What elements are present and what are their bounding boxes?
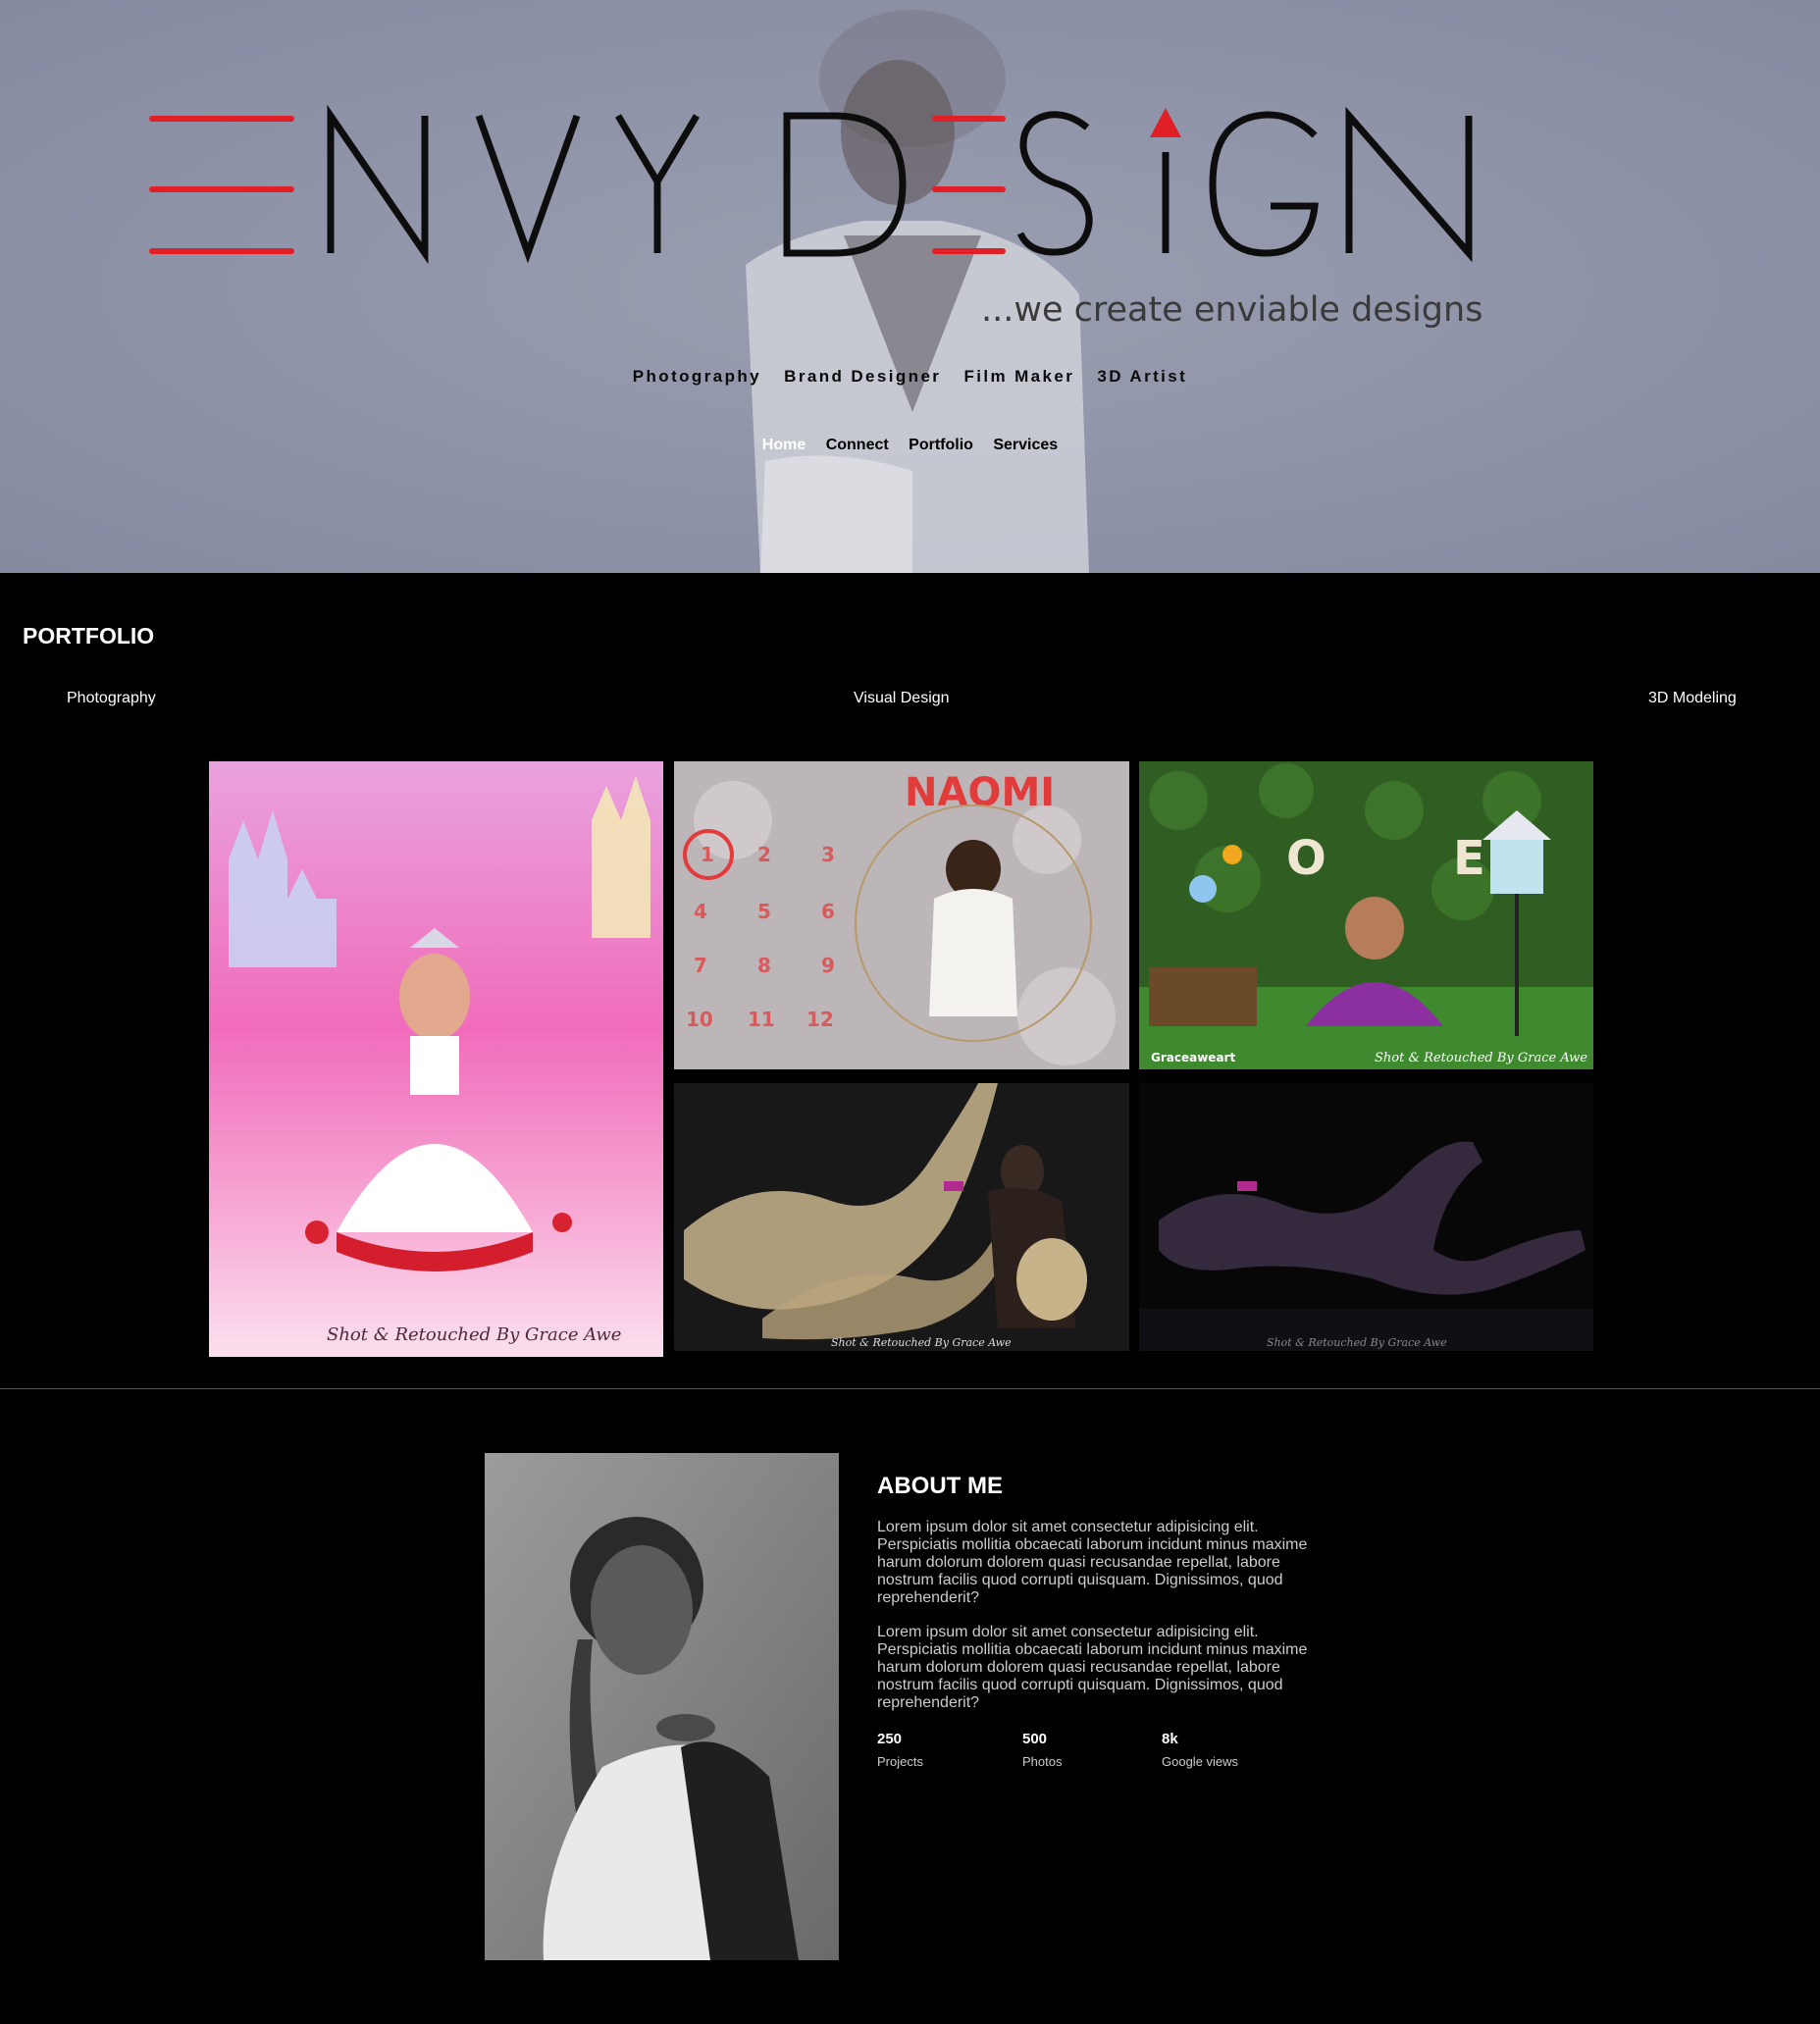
about-title: ABOUT ME	[877, 1473, 1003, 1499]
roles-list: Photography Brand Designer Film Maker 3D…	[0, 367, 1820, 387]
svg-text:3: 3	[821, 843, 835, 866]
svg-text:Shot & Retouched By Grace Awe: Shot & Retouched By Grace Awe	[831, 1336, 1012, 1349]
nav-connect-link[interactable]: Connect	[826, 437, 889, 453]
role-brand-designer: Brand Designer	[784, 367, 942, 386]
main-nav: Home Connect Portfolio Services	[0, 437, 1820, 454]
svg-text:9: 9	[821, 954, 835, 977]
about-portrait-photo	[485, 1453, 839, 1960]
svg-text:11: 11	[748, 1008, 775, 1031]
svg-text:E: E	[1453, 831, 1485, 886]
stat-photos-label: Photos	[1022, 1754, 1063, 1769]
svg-text:NAOMI: NAOMI	[905, 770, 1055, 815]
envy-design-logo: ...we create enviable designs	[149, 104, 1482, 330]
svg-text:Shot & Retouched By Grace Awe: Shot & Retouched By Grace Awe	[1267, 1336, 1447, 1349]
filter-visual-design[interactable]: Visual Design	[854, 690, 950, 707]
svg-text:5: 5	[757, 900, 771, 923]
gallery-item-zoe[interactable]: O E Graceaweart Shot & Retouched By Grac…	[1139, 761, 1593, 1069]
zoe-garden-photo: O E Graceaweart Shot & Retouched By Grac…	[1139, 761, 1593, 1069]
maternity-reclining-photo: Shot & Retouched By Grace Awe	[1139, 1083, 1593, 1351]
stat-google-views-value: 8k	[1162, 1731, 1178, 1747]
role-photography: Photography	[632, 367, 762, 386]
nav-services-link[interactable]: Services	[993, 437, 1058, 453]
stat-google-views-label: Google views	[1162, 1754, 1239, 1769]
svg-text:Shot & Retouched By Grace Awe: Shot & Retouched By Grace Awe	[327, 1324, 621, 1345]
role-film-maker: Film Maker	[963, 367, 1075, 386]
hero-section: ...we create enviable designs Photograph…	[0, 0, 1820, 573]
svg-text:10: 10	[686, 1008, 713, 1031]
nav-home-link[interactable]: Home	[762, 437, 806, 453]
portfolio-title: PORTFOLIO	[23, 623, 155, 649]
about-paragraph-2: Lorem ipsum dolor sit amet consectetur a…	[877, 1624, 1308, 1711]
svg-text:2: 2	[757, 843, 771, 866]
nav-portfolio-link[interactable]: Portfolio	[909, 437, 973, 453]
filter-photography[interactable]: Photography	[67, 690, 156, 707]
maternity-fabric-photo: Shot & Retouched By Grace Awe	[674, 1083, 1129, 1351]
svg-text:7: 7	[694, 954, 707, 977]
gallery-item-naomi[interactable]: NAOMI 123 456 789 10 11 12	[674, 761, 1129, 1069]
gallery-item-princess[interactable]: Shot & Retouched By Grace Awe	[209, 761, 663, 1357]
svg-text:8: 8	[757, 954, 771, 977]
stat-projects-label: Projects	[877, 1754, 923, 1769]
logo-tagline: ...we create enviable designs	[981, 290, 1482, 330]
svg-text:4: 4	[694, 900, 707, 923]
naomi-milestone-photo: NAOMI 123 456 789 10 11 12	[674, 761, 1129, 1069]
gallery-item-maternity-reclining[interactable]: Shot & Retouched By Grace Awe	[1139, 1083, 1593, 1351]
stat-photos-value: 500	[1022, 1731, 1048, 1747]
filter-3d-modeling[interactable]: 3D Modeling	[1648, 690, 1737, 707]
about-paragraph-1: Lorem ipsum dolor sit amet consectetur a…	[877, 1519, 1308, 1606]
svg-text:12: 12	[806, 1008, 834, 1031]
svg-text:1: 1	[701, 843, 714, 866]
section-divider	[0, 1388, 1820, 1389]
stat-projects-value: 250	[877, 1731, 903, 1747]
svg-text:Graceaweart: Graceaweart	[1151, 1051, 1235, 1064]
role-3d-artist: 3D Artist	[1097, 367, 1188, 386]
svg-text:6: 6	[821, 900, 835, 923]
princess-castle-photo: Shot & Retouched By Grace Awe	[209, 761, 663, 1357]
gallery-item-maternity-fabric[interactable]: Shot & Retouched By Grace Awe	[674, 1083, 1129, 1351]
svg-text:O: O	[1286, 831, 1326, 886]
svg-text:Shot & Retouched By Grace Awe: Shot & Retouched By Grace Awe	[1375, 1051, 1587, 1065]
